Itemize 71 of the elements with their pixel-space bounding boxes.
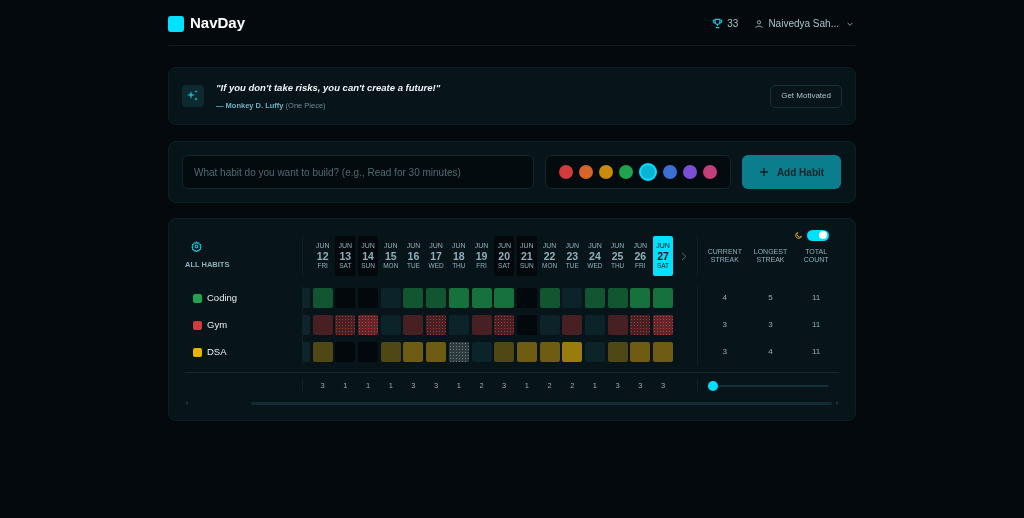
color-swatch[interactable] [599, 165, 613, 179]
habit-cell[interactable] [539, 342, 560, 362]
color-swatch[interactable] [619, 165, 633, 179]
color-swatch[interactable] [579, 165, 593, 179]
habit-cell[interactable] [562, 315, 583, 335]
habit-input-field[interactable]: What habit do you want to build? (e.g., Read for 30 minutes) [182, 155, 534, 189]
user-menu[interactable]: Naivedya Sah... [754, 16, 854, 31]
zoom-slider[interactable] [708, 381, 829, 391]
habit-cell[interactable] [403, 315, 424, 335]
habit-cell[interactable] [539, 288, 560, 308]
stat-value: 11 [811, 319, 822, 331]
habit-cell[interactable] [448, 288, 469, 308]
habit-cell[interactable] [448, 342, 469, 362]
stat-value: 3 [767, 319, 774, 331]
habit-name: Gym [207, 317, 228, 332]
habit-name: DSA [207, 344, 227, 359]
habit-name: Coding [207, 290, 238, 305]
habit-cell[interactable] [426, 315, 447, 335]
sparkle-icon [182, 85, 204, 107]
habit-cell[interactable] [312, 288, 333, 308]
color-swatch[interactable] [703, 165, 717, 179]
habit-cell[interactable] [516, 342, 537, 362]
stat-value: 5 [767, 292, 774, 304]
habit-cell[interactable] [607, 342, 628, 362]
habit-cell[interactable] [471, 315, 492, 335]
trophy-icon [712, 18, 724, 29]
habit-cell[interactable] [653, 288, 673, 308]
habit-cell[interactable] [584, 288, 605, 308]
plus-icon [758, 167, 769, 177]
habit-cell[interactable] [426, 288, 447, 308]
stat-value: 11 [811, 346, 822, 358]
habit-cell[interactable] [471, 288, 492, 308]
settings-icon [191, 241, 202, 253]
logo-icon [168, 15, 184, 32]
trophy-count: 33 [727, 17, 739, 31]
stat-value: 4 [721, 292, 729, 304]
quote-text: "If you don't take risks, you can't create a future!" [216, 81, 442, 96]
horizontal-scrollbar[interactable] [185, 399, 839, 407]
habit-cell[interactable] [358, 315, 379, 335]
habit-cell[interactable] [312, 342, 333, 362]
habit-cell[interactable] [607, 288, 628, 308]
brand-name: NavDay [190, 13, 246, 34]
color-swatch[interactable] [663, 165, 677, 179]
habit-cell[interactable] [630, 342, 651, 362]
get-motivated-button[interactable]: Get Motivated [770, 84, 842, 108]
user-icon [754, 18, 765, 29]
habit-cell[interactable] [630, 288, 651, 308]
habit-cell[interactable] [403, 288, 424, 308]
habit-cell[interactable] [312, 315, 333, 335]
habit-cell[interactable] [630, 315, 651, 335]
color-swatch[interactable] [559, 165, 573, 179]
habit-cell[interactable] [653, 342, 673, 362]
chevron-right-icon [681, 251, 687, 261]
habit-cell[interactable] [426, 342, 447, 362]
habit-cell[interactable] [335, 315, 356, 335]
habit-cell[interactable] [403, 342, 424, 362]
habit-cell[interactable] [494, 315, 515, 335]
habit-cell[interactable] [562, 342, 583, 362]
moon-icon [794, 230, 803, 240]
color-swatch[interactable] [683, 165, 697, 179]
habit-cell[interactable] [380, 342, 401, 362]
habit-cell[interactable] [494, 288, 515, 308]
stat-value: 4 [767, 346, 774, 358]
dark-mode-toggle[interactable] [807, 229, 829, 241]
stat-value: 3 [721, 319, 729, 331]
stat-value: 3 [721, 346, 729, 358]
habit-cell[interactable] [653, 315, 673, 335]
stat-value: 11 [811, 292, 822, 304]
habit-cell[interactable] [494, 342, 515, 362]
color-swatch[interactable] [639, 163, 657, 181]
habit-cell[interactable] [607, 315, 628, 335]
